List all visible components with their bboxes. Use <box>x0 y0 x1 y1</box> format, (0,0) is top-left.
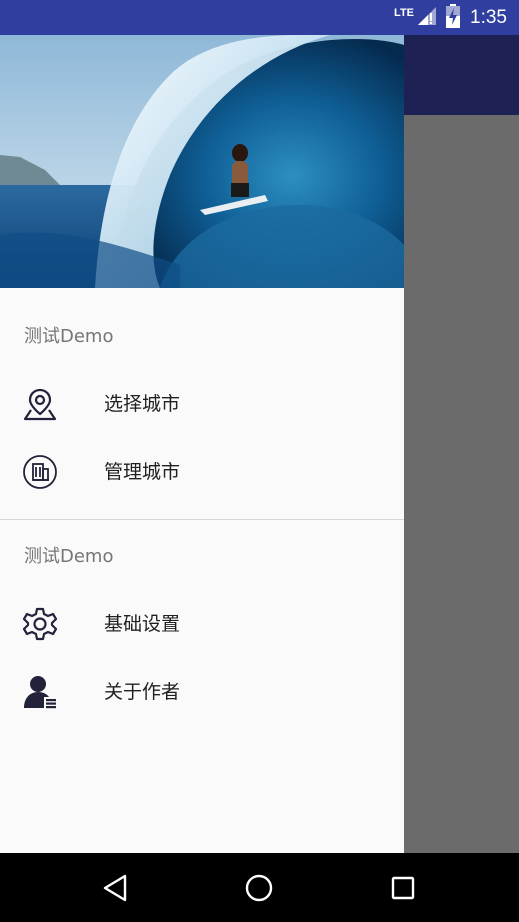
menu-item-select-city[interactable]: 选择城市 <box>0 370 404 438</box>
menu-item-label: 关于作者 <box>104 681 181 703</box>
drawer-scrim[interactable] <box>404 115 519 853</box>
signal-icon <box>416 5 438 31</box>
menu-item-label: 选择城市 <box>104 393 181 415</box>
clock: 1:35 <box>470 6 507 28</box>
gear-icon <box>22 606 58 642</box>
status-bar: LTE 1:35 <box>0 0 519 35</box>
menu-item-label: 管理城市 <box>104 461 181 483</box>
menu-item-label: 基础设置 <box>104 613 181 635</box>
building-icon <box>22 454 58 490</box>
section-title: 测试Demo <box>24 546 114 567</box>
section-divider <box>0 519 404 520</box>
user-list-icon <box>22 674 58 710</box>
status-icons: LTE 1:35 <box>394 0 519 35</box>
battery-icon <box>446 3 461 32</box>
back-icon[interactable] <box>99 871 133 905</box>
menu-item-manage-city[interactable]: 管理城市 <box>0 438 404 506</box>
section-title: 测试Demo <box>24 326 114 347</box>
map-pin-icon <box>22 386 58 422</box>
system-navigation-bar <box>0 853 519 922</box>
home-icon[interactable] <box>242 871 276 905</box>
menu-item-about-author[interactable]: 关于作者 <box>0 658 404 726</box>
app-toolbar <box>404 35 519 115</box>
menu-item-basic-settings[interactable]: 基础设置 <box>0 590 404 658</box>
network-type: LTE <box>394 6 415 19</box>
recents-icon[interactable] <box>386 871 420 905</box>
navigation-drawer: 测试Demo 选择城市 管理城市 测试Demo 基础设置 关于作者 <box>0 35 404 853</box>
drawer-header-image <box>0 35 404 288</box>
